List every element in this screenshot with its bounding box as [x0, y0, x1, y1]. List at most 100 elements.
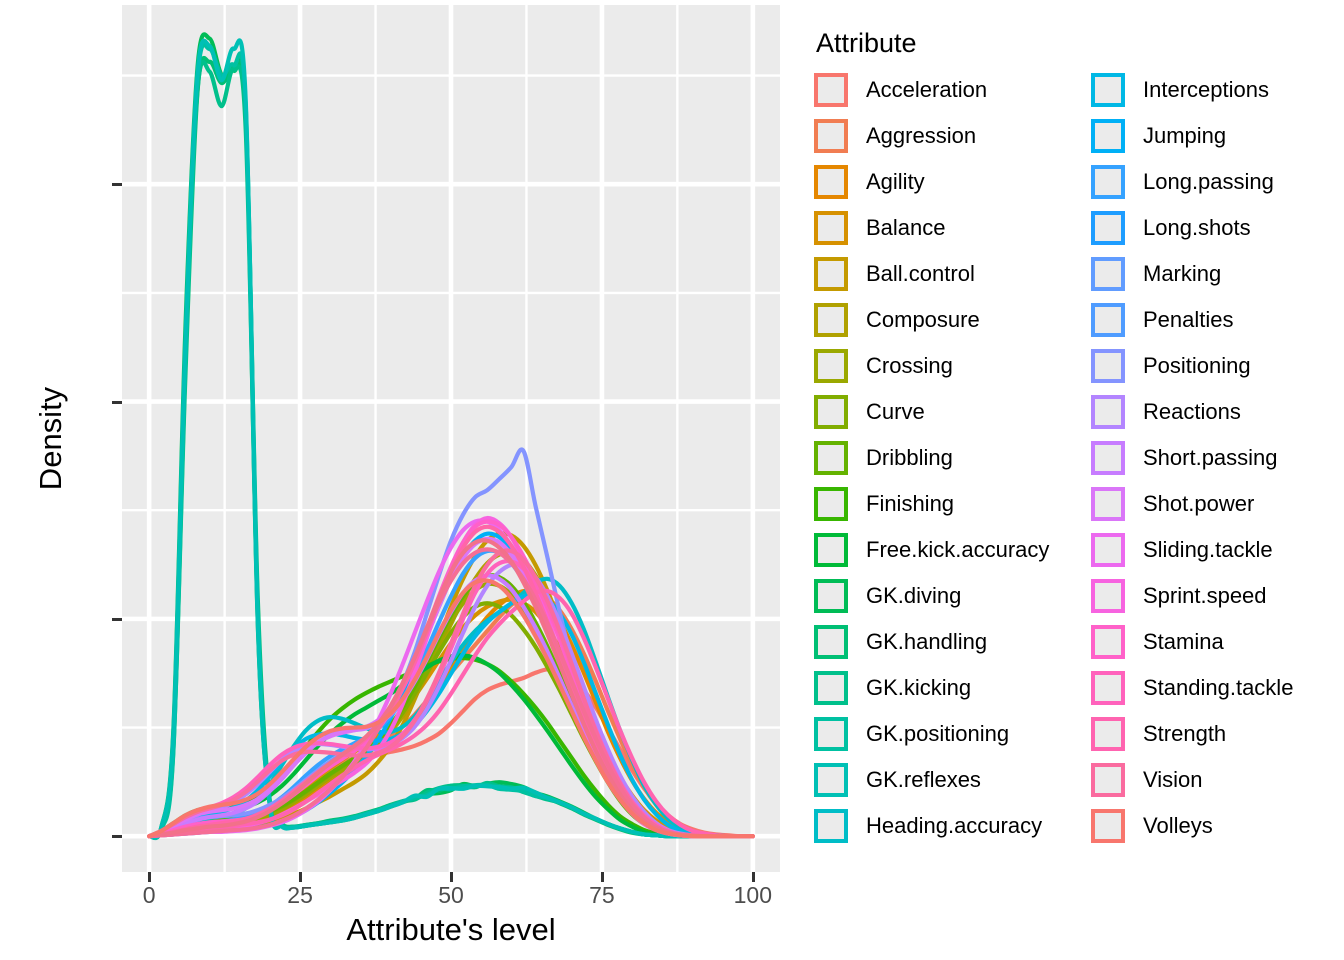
y-tick-mark	[112, 835, 122, 839]
legend-item-label: Stamina	[1143, 629, 1224, 654]
legend-item-label: Dribbling	[866, 445, 953, 470]
legend-item-label: Positioning	[1143, 353, 1251, 378]
legend-key-swatch	[1091, 303, 1125, 337]
legend-item[interactable]: Ball.control	[808, 251, 1085, 297]
legend-key-swatch	[814, 809, 848, 843]
legend-item[interactable]: Short.passing	[1085, 435, 1293, 481]
legend: Attribute Acceleration Aggression Agility B…	[808, 20, 1344, 849]
legend-item-label: Sprint.speed	[1143, 583, 1267, 608]
legend-column-2: Interceptions Jumping Long.passing Long.sho…	[1085, 67, 1293, 849]
density-curves-svg	[122, 5, 780, 872]
legend-key-swatch	[1091, 533, 1125, 567]
legend-item-label: Long.passing	[1143, 169, 1274, 194]
legend-item-label: Composure	[866, 307, 980, 332]
legend-item-label: GK.reflexes	[866, 767, 981, 792]
legend-item[interactable]: Curve	[808, 389, 1085, 435]
x-tick-mark	[299, 872, 303, 882]
y-tick-mark	[112, 617, 122, 621]
legend-key-swatch	[814, 441, 848, 475]
legend-item[interactable]: GK.kicking	[808, 665, 1085, 711]
legend-key-swatch	[1091, 809, 1125, 843]
legend-key-swatch	[1091, 257, 1125, 291]
legend-item-label: Reactions	[1143, 399, 1241, 424]
legend-key-swatch	[1091, 395, 1125, 429]
legend-item[interactable]: Jumping	[1085, 113, 1293, 159]
legend-title: Attribute	[816, 28, 917, 58]
legend-item[interactable]: GK.diving	[808, 573, 1085, 619]
legend-item[interactable]: Standing.tackle	[1085, 665, 1293, 711]
legend-key-swatch	[814, 119, 848, 153]
legend-item-label: GK.diving	[866, 583, 962, 608]
legend-item-label: Standing.tackle	[1143, 675, 1294, 700]
legend-item[interactable]: Penalties	[1085, 297, 1293, 343]
legend-item-label: Vision	[1143, 767, 1203, 792]
legend-key-swatch	[814, 73, 848, 107]
legend-item[interactable]: Shot.power	[1085, 481, 1293, 527]
legend-item-label: Interceptions	[1143, 77, 1269, 102]
legend-item[interactable]: Long.passing	[1085, 159, 1293, 205]
legend-item[interactable]: GK.positioning	[808, 711, 1085, 757]
x-tick-mark	[148, 872, 152, 882]
plot-area: Density 0.0000.0250.0500.075 0255075100 …	[0, 0, 800, 960]
legend-item[interactable]: Free.kick.accuracy	[808, 527, 1085, 573]
legend-item[interactable]: Long.shots	[1085, 205, 1293, 251]
legend-item[interactable]: Sprint.speed	[1085, 573, 1293, 619]
legend-item-label: Balance	[866, 215, 946, 240]
legend-key-swatch	[814, 395, 848, 429]
legend-item[interactable]: Strength	[1085, 711, 1293, 757]
x-tick-label: 100	[733, 882, 773, 908]
legend-key-swatch	[814, 257, 848, 291]
legend-key-swatch	[814, 717, 848, 751]
legend-key-swatch	[1091, 717, 1125, 751]
legend-item[interactable]: Interceptions	[1085, 67, 1293, 113]
legend-item-label: Free.kick.accuracy	[866, 537, 1050, 562]
legend-item[interactable]: Finishing	[808, 481, 1085, 527]
legend-item[interactable]: Reactions	[1085, 389, 1293, 435]
legend-item[interactable]: Heading.accuracy	[808, 803, 1085, 849]
x-tick-label: 75	[589, 882, 615, 908]
legend-item[interactable]: Vision	[1085, 757, 1293, 803]
x-tick-mark	[600, 872, 604, 882]
legend-item-label: Curve	[866, 399, 925, 424]
legend-item[interactable]: Marking	[1085, 251, 1293, 297]
legend-item[interactable]: Composure	[808, 297, 1085, 343]
legend-item[interactable]: GK.reflexes	[808, 757, 1085, 803]
legend-item-label: Aggression	[866, 123, 977, 148]
x-axis-title: Attribute's level	[346, 912, 556, 947]
legend-key-swatch	[814, 579, 848, 613]
legend-item-label: Agility	[866, 169, 925, 194]
legend-column-1: Acceleration Aggression Agility Balance Ball…	[808, 67, 1085, 849]
legend-key-swatch	[814, 487, 848, 521]
legend-item[interactable]: GK.handling	[808, 619, 1085, 665]
legend-item[interactable]: Sliding.tackle	[1085, 527, 1293, 573]
legend-item-label: Penalties	[1143, 307, 1234, 332]
legend-item-label: Volleys	[1143, 813, 1213, 838]
legend-item-label: GK.positioning	[866, 721, 1010, 746]
plot-panel	[122, 5, 780, 872]
legend-item[interactable]: Volleys	[1085, 803, 1293, 849]
x-tick-label: 50	[438, 882, 464, 908]
legend-item[interactable]: Stamina	[1085, 619, 1293, 665]
y-axis-title: Density	[33, 386, 68, 491]
legend-key-swatch	[814, 349, 848, 383]
legend-item[interactable]: Balance	[808, 205, 1085, 251]
legend-item[interactable]: Dribbling	[808, 435, 1085, 481]
legend-item[interactable]: Agility	[808, 159, 1085, 205]
x-tick-label: 0	[142, 882, 156, 908]
legend-key-swatch	[1091, 671, 1125, 705]
legend-item-label: Strength	[1143, 721, 1227, 746]
legend-key-swatch	[1091, 763, 1125, 797]
legend-key-swatch	[1091, 119, 1125, 153]
legend-item[interactable]: Positioning	[1085, 343, 1293, 389]
legend-item[interactable]: Aggression	[808, 113, 1085, 159]
legend-item-label: GK.kicking	[866, 675, 972, 700]
legend-item-label: GK.handling	[866, 629, 988, 654]
legend-item[interactable]: Acceleration	[808, 67, 1085, 113]
legend-columns: Acceleration Aggression Agility Balance Ball…	[808, 67, 1344, 849]
legend-key-swatch	[814, 625, 848, 659]
legend-item-label: Long.shots	[1143, 215, 1251, 240]
legend-item[interactable]: Crossing	[808, 343, 1085, 389]
legend-key-swatch	[814, 763, 848, 797]
legend-key-swatch	[1091, 625, 1125, 659]
density-plot-figure: Density 0.0000.0250.0500.075 0255075100 …	[0, 0, 1344, 960]
